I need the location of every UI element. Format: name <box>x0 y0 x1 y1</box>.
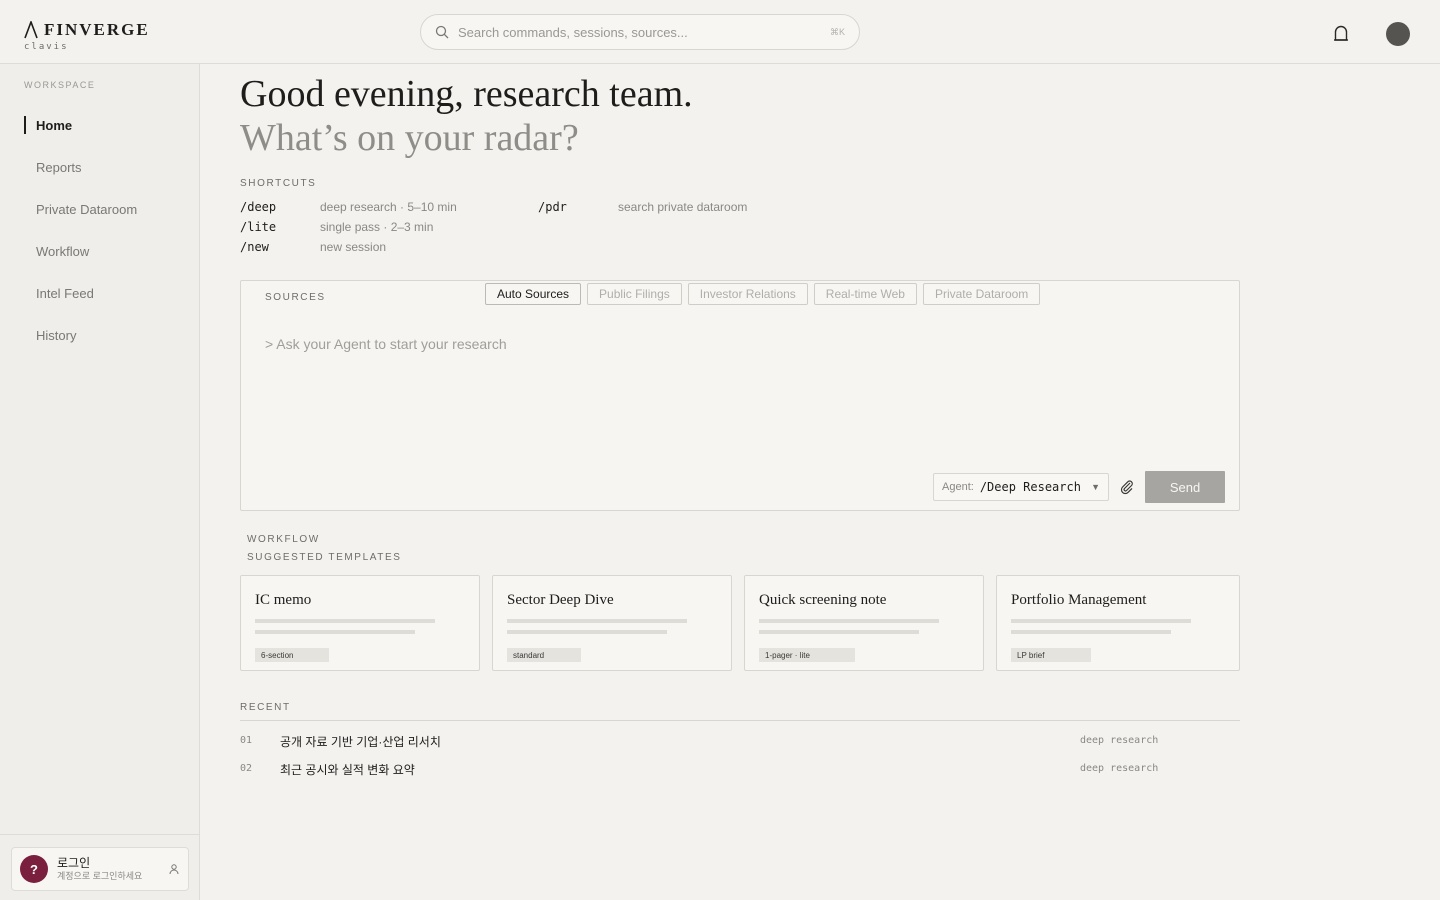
brand-name: FINVERGE <box>44 20 150 39</box>
logo-mark-icon <box>24 21 38 39</box>
login-subtitle: 계정으로 로그인하세요 <box>57 870 143 881</box>
login-avatar: ? <box>20 855 48 883</box>
user-icon <box>169 864 179 875</box>
sidebar-item-home[interactable]: Home <box>24 104 184 146</box>
source-chip-public-filings[interactable]: Public Filings <box>587 283 682 305</box>
shortcut-description: new session <box>320 240 387 254</box>
sidebar-item-label: Reports <box>36 159 82 175</box>
template-placeholder-line <box>255 630 415 634</box>
sidebar: WORKSPACE Home Reports Private Dataroom … <box>0 64 200 900</box>
template-tag: standard <box>507 648 581 662</box>
shortcut-command: /lite <box>240 220 277 234</box>
template-title: Sector Deep Dive <box>507 592 614 608</box>
recent-item-number: 02 <box>240 763 253 774</box>
shortcuts-label: SHORTCUTS <box>240 178 317 189</box>
suggested-templates-label: SUGGESTED TEMPLATES <box>247 552 402 563</box>
prompt-input[interactable]: > Ask your Agent to start your research <box>265 336 507 352</box>
send-button[interactable]: Send <box>1145 471 1225 503</box>
shortcut-description: search private dataroom <box>618 200 748 214</box>
sidebar-item-label: Workflow <box>36 243 90 259</box>
sidebar-item-history[interactable]: History <box>24 314 184 356</box>
recent-item[interactable]: 02 최근 공시와 실적 변화 요약 deep research <box>240 758 1240 780</box>
template-placeholder-line <box>507 619 687 623</box>
template-card-ic-memo[interactable]: IC memo 6-section <box>240 575 480 671</box>
recent-divider <box>240 720 1240 721</box>
template-title: Quick screening note <box>759 592 887 608</box>
template-title: Portfolio Management <box>1011 592 1147 608</box>
recent-item-number: 01 <box>240 735 253 746</box>
source-chip-private-dataroom[interactable]: Private Dataroom <box>922 283 1041 305</box>
user-avatar[interactable] <box>1386 22 1410 46</box>
source-chips: Auto Sources Public Filings Investor Rel… <box>485 283 1041 305</box>
recent-item-type: deep research <box>1080 735 1159 746</box>
shortcut-command: /deep <box>240 200 277 214</box>
template-tag: 1-pager · lite <box>759 648 855 662</box>
global-search[interactable]: Search commands, sessions, sources... ⌘K <box>420 14 860 50</box>
source-chip-realtime-web[interactable]: Real-time Web <box>813 283 917 305</box>
shortcut-description: deep research · 5–10 min <box>320 200 457 214</box>
sidebar-section-label: WORKSPACE <box>24 80 96 90</box>
recent-item-type: deep research <box>1080 763 1159 774</box>
template-title: IC memo <box>255 592 312 608</box>
research-composer: SOURCES Auto Sources Public Filings Inve… <box>240 280 1240 511</box>
sidebar-item-label: History <box>36 327 77 343</box>
sidebar-item-reports[interactable]: Reports <box>24 146 184 188</box>
sidebar-item-workflow[interactable]: Workflow <box>24 230 184 272</box>
sidebar-nav: Home Reports Private Dataroom Workflow I… <box>24 104 184 356</box>
template-placeholder-line <box>1011 619 1191 623</box>
login-title: 로그인 <box>57 855 91 870</box>
shortcut-description: single pass · 2–3 min <box>320 220 434 234</box>
source-chip-investor-relations[interactable]: Investor Relations <box>687 283 808 305</box>
template-card-portfolio-management[interactable]: Portfolio Management LP brief <box>996 575 1240 671</box>
shortcut-command: /new <box>240 240 269 254</box>
greeting-title: Good evening, research team. <box>240 73 693 115</box>
template-card-sector-deep-dive[interactable]: Sector Deep Dive standard <box>492 575 732 671</box>
sidebar-item-intel-feed[interactable]: Intel Feed <box>24 272 184 314</box>
recent-item-title: 공개 자료 기반 기업·산업 리서치 <box>280 735 441 749</box>
template-tag: 6-section <box>255 648 329 662</box>
chevron-down-icon: ▼ <box>1091 482 1100 492</box>
search-icon <box>435 25 449 39</box>
source-chip-auto[interactable]: Auto Sources <box>485 283 582 305</box>
brand-logo[interactable]: FINVERGE clavis <box>24 20 150 52</box>
shortcuts-list: /deep deep research · 5–10 min /lite sin… <box>240 198 840 258</box>
login-card[interactable]: ? 로그인 계정으로 로그인하세요 <box>11 847 189 891</box>
template-card-quick-screening[interactable]: Quick screening note 1-pager · lite <box>744 575 984 671</box>
workflow-label: WORKFLOW <box>247 534 320 545</box>
agent-select-label: Agent: <box>942 481 974 493</box>
recent-label: RECENT <box>240 702 291 713</box>
shortcut-command: /pdr <box>538 200 567 214</box>
search-input[interactable]: Search commands, sessions, sources... <box>458 25 830 40</box>
agent-select[interactable]: Agent: /Deep Research ▼ <box>933 473 1109 501</box>
recent-item[interactable]: 01 공개 자료 기반 기업·산업 리서치 deep research <box>240 730 1240 752</box>
template-placeholder-line <box>759 619 939 623</box>
template-placeholder-line <box>255 619 435 623</box>
sidebar-footer: ? 로그인 계정으로 로그인하세요 <box>0 834 199 900</box>
template-placeholder-line <box>507 630 667 634</box>
top-bar: FINVERGE clavis Search commands, session… <box>0 0 1440 64</box>
sidebar-item-label: Home <box>36 117 73 133</box>
template-grid: IC memo 6-section Sector Deep Dive stand… <box>240 575 1240 671</box>
brand-sub: clavis <box>24 42 69 52</box>
recent-item-title: 최근 공시와 실적 변화 요약 <box>280 763 415 777</box>
sidebar-item-private-dataroom[interactable]: Private Dataroom <box>24 188 184 230</box>
paperclip-icon[interactable] <box>1119 479 1135 495</box>
greeting-subtitle: What’s on your radar? <box>240 117 579 159</box>
agent-select-value: /Deep Research <box>979 480 1081 494</box>
sidebar-item-label: Private Dataroom <box>36 201 138 217</box>
template-placeholder-line <box>759 630 919 634</box>
sidebar-item-label: Intel Feed <box>36 285 94 301</box>
template-placeholder-line <box>1011 630 1171 634</box>
template-tag: LP brief <box>1011 648 1091 662</box>
sources-label: SOURCES <box>265 292 326 303</box>
search-shortcut-hint: ⌘K <box>829 26 845 37</box>
bell-icon[interactable] <box>1332 25 1350 43</box>
